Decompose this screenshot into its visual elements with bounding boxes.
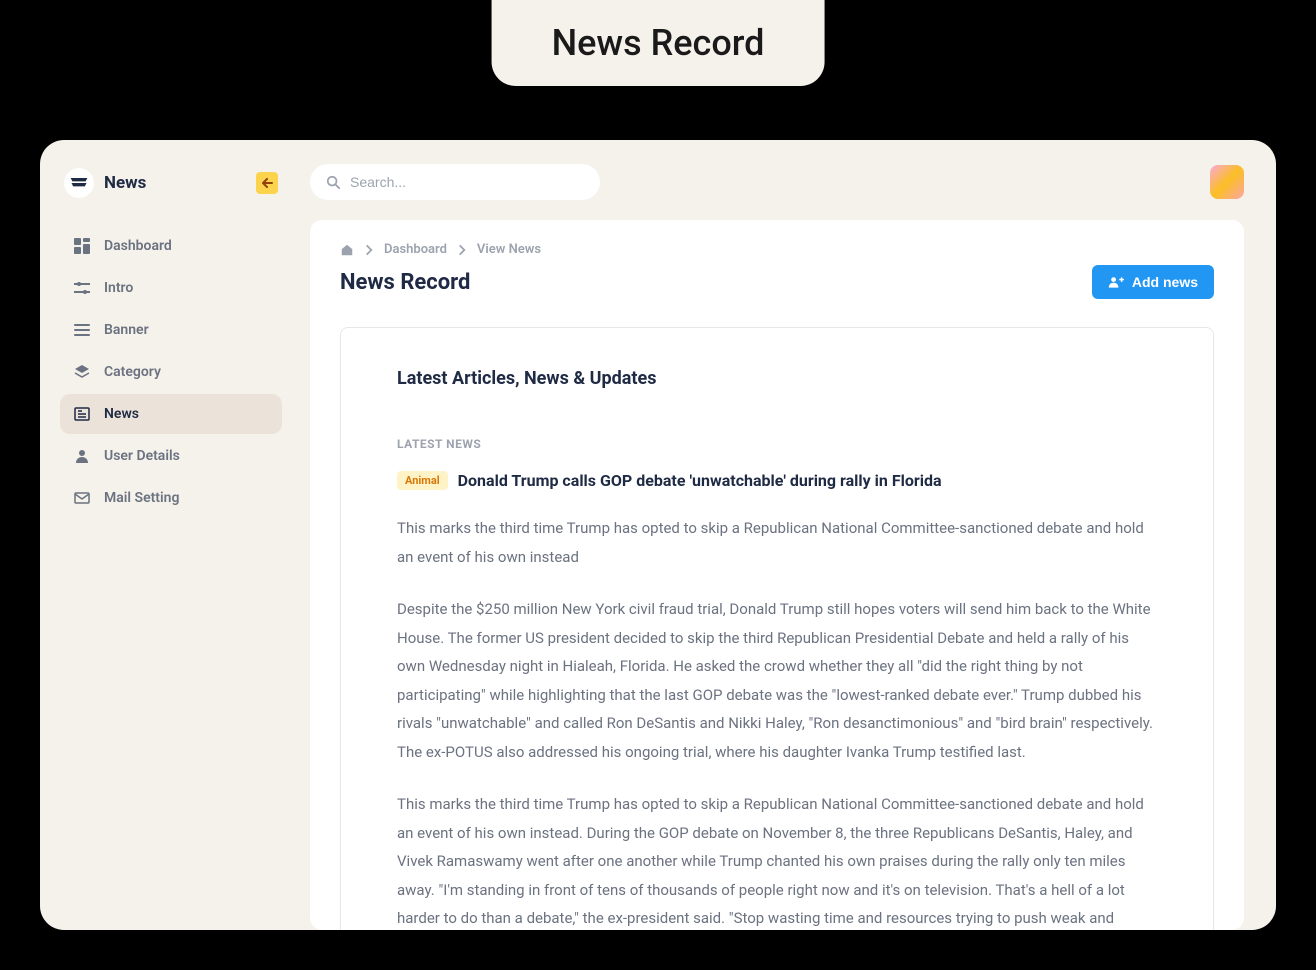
sidebar-item-dashboard[interactable]: Dashboard bbox=[60, 226, 282, 266]
grid-icon bbox=[74, 238, 90, 254]
page-title: News Record bbox=[340, 270, 470, 295]
article-tag[interactable]: Animal bbox=[397, 471, 448, 490]
article-paragraph: Despite the $250 million New York civil … bbox=[397, 595, 1157, 766]
page-header: News Record Add news bbox=[340, 265, 1214, 299]
content: Dashboard View News News Record Add news… bbox=[310, 220, 1244, 930]
sidebar-item-label: Category bbox=[104, 364, 161, 380]
app-window: News Dashboard Intro Banner Category bbox=[40, 140, 1276, 930]
brand-row: News bbox=[60, 168, 282, 198]
layers-icon bbox=[74, 364, 90, 380]
breadcrumb: Dashboard View News bbox=[340, 242, 1214, 257]
arrow-left-icon bbox=[261, 178, 273, 188]
mail-icon bbox=[74, 490, 90, 506]
brand-logo-icon bbox=[64, 168, 94, 198]
add-user-icon bbox=[1108, 275, 1124, 289]
add-news-button[interactable]: Add news bbox=[1092, 265, 1214, 299]
article-paragraph: This marks the third time Trump has opte… bbox=[397, 790, 1157, 930]
panel-title: Latest Articles, News & Updates bbox=[397, 368, 1157, 389]
floating-title: News Record bbox=[492, 0, 825, 86]
sidebar-item-label: Dashboard bbox=[104, 238, 172, 254]
main: Dashboard View News News Record Add news… bbox=[294, 140, 1276, 930]
sidebar: News Dashboard Intro Banner Category bbox=[40, 140, 294, 930]
sidebar-item-user-details[interactable]: User Details bbox=[60, 436, 282, 476]
sidebar-item-label: Intro bbox=[104, 280, 133, 296]
user-icon bbox=[74, 448, 90, 464]
sidebar-item-label: News bbox=[104, 406, 139, 422]
collapse-sidebar-button[interactable] bbox=[256, 172, 278, 194]
breadcrumb-current: View News bbox=[477, 242, 541, 257]
nav: Dashboard Intro Banner Category News Use… bbox=[60, 226, 282, 520]
article-paragraph: This marks the third time Trump has opte… bbox=[397, 514, 1157, 571]
newspaper-icon bbox=[74, 406, 90, 422]
sidebar-item-news[interactable]: News bbox=[60, 394, 282, 434]
sidebar-item-label: Banner bbox=[104, 322, 149, 338]
search-input[interactable] bbox=[350, 174, 584, 190]
article-title: Donald Trump calls GOP debate 'unwatchab… bbox=[458, 471, 942, 490]
sidebar-item-label: User Details bbox=[104, 448, 180, 464]
sidebar-item-label: Mail Setting bbox=[104, 490, 179, 506]
panel: Latest Articles, News & Updates LATEST N… bbox=[340, 327, 1214, 930]
menu-icon bbox=[74, 322, 90, 338]
section-label: LATEST NEWS bbox=[397, 437, 1157, 451]
chevron-right-icon bbox=[455, 243, 469, 257]
sidebar-item-category[interactable]: Category bbox=[60, 352, 282, 392]
avatar[interactable] bbox=[1210, 165, 1244, 199]
sidebar-item-banner[interactable]: Banner bbox=[60, 310, 282, 350]
add-news-label: Add news bbox=[1132, 274, 1198, 290]
sliders-icon bbox=[74, 280, 90, 296]
search-bar[interactable] bbox=[310, 164, 600, 200]
brand-name: News bbox=[104, 173, 146, 193]
search-icon bbox=[326, 175, 340, 189]
brand[interactable]: News bbox=[64, 168, 146, 198]
topbar bbox=[310, 164, 1244, 200]
chevron-right-icon bbox=[362, 243, 376, 257]
sidebar-item-mail-setting[interactable]: Mail Setting bbox=[60, 478, 282, 518]
article-header: Animal Donald Trump calls GOP debate 'un… bbox=[397, 471, 1157, 490]
sidebar-item-intro[interactable]: Intro bbox=[60, 268, 282, 308]
home-icon[interactable] bbox=[340, 243, 354, 257]
breadcrumb-parent[interactable]: Dashboard bbox=[384, 242, 447, 257]
